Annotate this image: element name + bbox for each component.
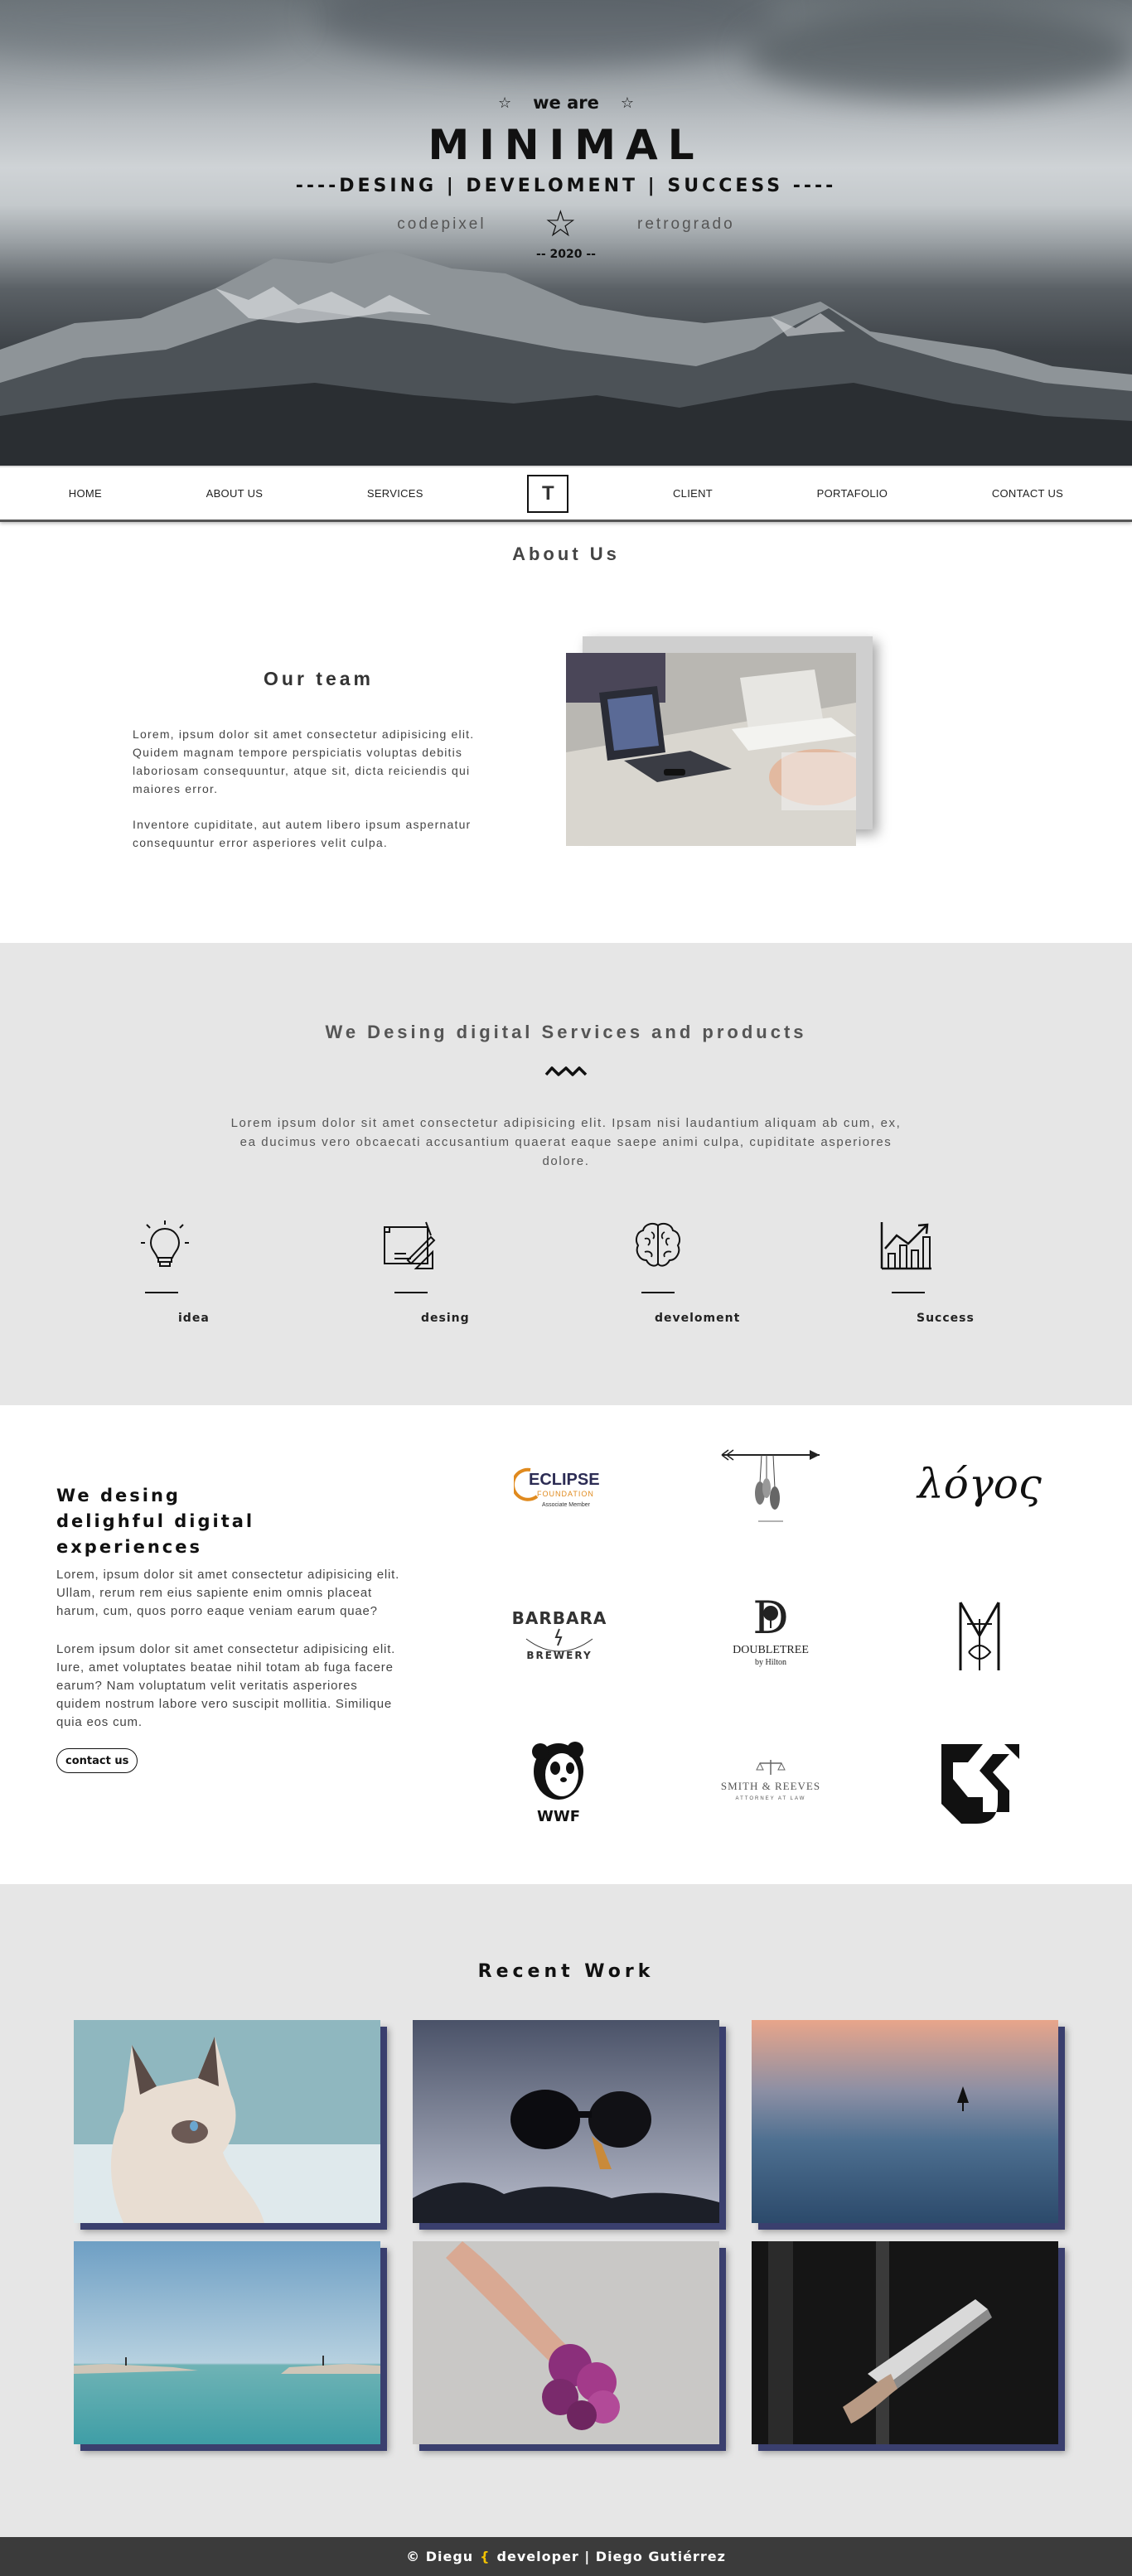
smith-name: SMITH & REEVES <box>721 1780 820 1792</box>
logos-greek-logo: λόγος <box>917 1434 1042 1534</box>
nav-client[interactable]: CLIENT <box>673 487 713 500</box>
star-icon-right: ☆ <box>620 94 634 112</box>
hero-right-sub: retrogrado <box>637 215 735 233</box>
service-label-success: Success <box>917 1312 975 1325</box>
doubletree-sub: by Hilton <box>755 1658 786 1667</box>
eclipse-tag: Associate Member <box>542 1502 591 1508</box>
about-title: About Us <box>512 544 620 564</box>
services-title: We Desing digital Services and products <box>325 1022 807 1042</box>
nav-contact-us[interactable]: CONTACT US <box>992 487 1063 500</box>
wwf-logo: WWF <box>501 1733 617 1832</box>
service-idea: idea <box>137 1220 302 1325</box>
about-paragraph-2: Inventore cupiditate, aut autem libero i… <box>133 818 472 849</box>
main-navigation: HOME ABOUT US SERVICES T CLIENT PORTAFOL… <box>0 466 1132 522</box>
nav-portafolio[interactable]: PORTAFOLIO <box>817 487 888 500</box>
brain-icon <box>636 1223 680 1267</box>
blueprint-icon <box>384 1221 436 1269</box>
footer-text: developer | Diego Gutiérrez <box>496 2549 726 2564</box>
nav-home[interactable]: HOME <box>69 487 102 500</box>
team-title: Our team <box>264 668 374 689</box>
zigzag-divider-icon <box>544 1066 588 1076</box>
service-rule <box>394 1292 428 1293</box>
star-icon-left: ☆ <box>497 94 512 112</box>
hero-year: -- 2020 -- <box>536 248 596 261</box>
nav-about-us[interactable]: ABOUT US <box>206 487 264 500</box>
service-label-develoment: develoment <box>655 1312 741 1325</box>
services-description: Lorem ipsum dolor sit amet consectetur a… <box>230 1116 902 1168</box>
hero-title: MINIMAL <box>428 121 704 169</box>
team-photo <box>566 653 856 846</box>
about-section: About Us Our team Lorem, ipsum dolor sit… <box>0 522 1132 943</box>
lightbulb-icon <box>141 1220 189 1267</box>
smith-sub: ATTORNEY AT LAW <box>736 1796 806 1801</box>
site-logo[interactable]: T <box>527 474 569 513</box>
work-card-book[interactable] <box>752 2241 1058 2444</box>
footer-copyright: © Diegu <box>406 2549 474 2564</box>
recent-work-title: Recent Work <box>477 1961 655 1982</box>
star-icon-center: ☆ <box>544 204 580 244</box>
services-section: We Desing digital Services and products … <box>0 943 1132 1405</box>
nav-services[interactable]: SERVICES <box>367 487 423 500</box>
sk-gaming-logo <box>922 1733 1038 1832</box>
work-card-beach[interactable] <box>74 2241 380 2444</box>
clients-paragraph-1: Lorem, ipsum dolor sit amet consectetur … <box>56 1568 400 1618</box>
service-rule <box>892 1292 925 1293</box>
clients-paragraph-2: Lorem ipsum dolor sit amet consectetur a… <box>56 1642 396 1729</box>
work-card-lake[interactable] <box>752 2020 1058 2223</box>
hero-left-sub: codepixel <box>397 215 486 233</box>
mountain-background <box>0 250 1132 466</box>
work-card-flowers[interactable] <box>413 2241 719 2444</box>
work-card-sunglasses[interactable] <box>413 2020 719 2223</box>
clients-heading: We desing delighful digital experiences <box>56 1486 255 1557</box>
clients-section: We desing delighful digital experiences … <box>0 1405 1132 1884</box>
doubletree-logo: D DOUBLETREE by Hilton <box>713 1586 829 1685</box>
barbara-sub: BREWERY <box>526 1650 592 1661</box>
hero-banner: ☆ we are ☆ MINIMAL ----DESING | DEVELOME… <box>0 0 1132 466</box>
service-label-idea: idea <box>178 1312 210 1325</box>
service-rule <box>641 1292 675 1293</box>
barbara-name: BARBARA <box>512 1608 607 1628</box>
service-develoment: develoment <box>633 1220 799 1325</box>
service-label-desing: desing <box>421 1312 470 1325</box>
footer-brace: { <box>480 2549 491 2564</box>
logos-greek-text: λόγος <box>917 1460 1042 1508</box>
about-paragraph-1: Lorem, ipsum dolor sit amet consectetur … <box>133 727 475 795</box>
contact-us-button[interactable]: contact us <box>56 1748 138 1773</box>
service-success: Success <box>880 1220 1046 1325</box>
smith-reeves-logo: SMITH & REEVES ATTORNEY AT LAW <box>713 1733 829 1832</box>
wwf-text: WWF <box>537 1808 580 1825</box>
arrow-feathers-logo <box>713 1434 829 1534</box>
doubletree-name: DOUBLETREE <box>733 1644 809 1656</box>
barbara-brewery-logo: BARBARA BREWERY <box>501 1586 617 1685</box>
growth-chart-icon <box>880 1222 931 1270</box>
eclipse-name: ECLIPSE <box>529 1471 600 1489</box>
recent-work-section: Recent Work <box>0 1884 1132 2537</box>
hero-tagline: ----DESING | DEVELOMENT | SUCCESS ---- <box>295 176 837 196</box>
footer: © Diegu { developer | Diego Gutiérrez <box>0 2537 1132 2576</box>
hero-we-are: we are <box>533 93 599 113</box>
work-card-cat[interactable] <box>74 2020 380 2223</box>
service-desing: desing <box>383 1220 549 1325</box>
eclipse-sub: FOUNDATION <box>537 1490 594 1498</box>
monogram-logo <box>922 1586 1038 1685</box>
eclipse-logo: ECLIPSE FOUNDATION Associate Member <box>501 1434 617 1534</box>
service-rule <box>145 1292 178 1293</box>
